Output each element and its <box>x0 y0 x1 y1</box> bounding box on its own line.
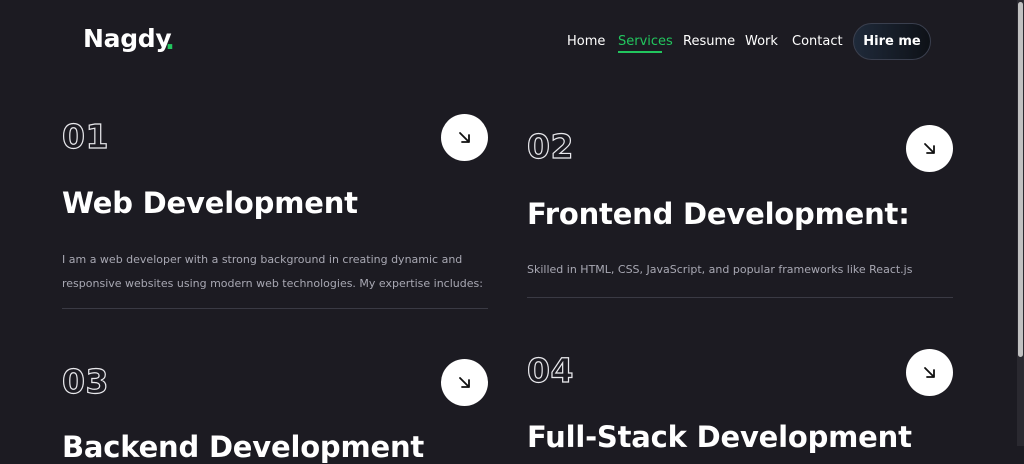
nav-contact[interactable]: Contact <box>792 34 843 49</box>
service-link-button[interactable] <box>441 114 488 161</box>
nav-services[interactable]: Services <box>618 34 673 49</box>
nav-work[interactable]: Work <box>745 34 778 49</box>
arrow-down-right-icon <box>458 376 470 388</box>
site-header: Nagdy . Home Services Resume Work Contac… <box>0 0 1018 84</box>
scrollbar-thumb[interactable] <box>1018 2 1023 357</box>
logo[interactable]: Nagdy <box>83 24 172 53</box>
service-number: 04 <box>526 350 574 390</box>
service-description: Skilled in HTML, CSS, JavaScript, and po… <box>527 263 913 276</box>
scrollbar[interactable] <box>1017 0 1024 446</box>
service-description: I am a web developer with a strong backg… <box>62 253 483 290</box>
service-title: Web Development <box>62 186 358 220</box>
service-link-button[interactable] <box>441 359 488 406</box>
active-nav-underline <box>618 51 662 53</box>
nav-resume[interactable]: Resume <box>683 34 735 49</box>
logo-dot: . <box>165 26 175 56</box>
service-link-button[interactable] <box>906 125 953 172</box>
arrow-down-right-icon <box>458 131 470 143</box>
hire-me-button[interactable]: Hire me <box>853 23 931 60</box>
service-number: 02 <box>526 126 574 166</box>
arrow-down-right-icon <box>923 366 935 378</box>
service-title: Backend Development <box>62 430 425 464</box>
arrow-down-right-icon <box>923 142 935 154</box>
service-link-button[interactable] <box>906 349 953 396</box>
divider <box>62 308 488 309</box>
service-title: Full-Stack Development <box>527 420 912 454</box>
service-number: 01 <box>61 116 109 156</box>
divider <box>527 297 953 298</box>
service-number: 03 <box>61 361 109 401</box>
service-title: Frontend Development: <box>527 197 910 231</box>
nav-home[interactable]: Home <box>567 34 605 49</box>
